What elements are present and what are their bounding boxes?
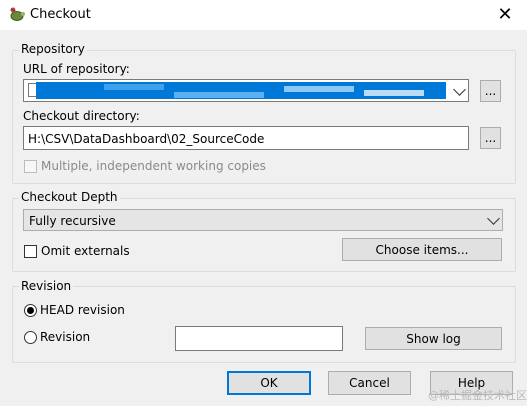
multiple-copies-checkbox[interactable] [24,160,37,173]
url-label: URL of repository: [23,62,130,76]
revision-group-label: Revision [19,279,74,293]
chevron-down-icon [487,212,500,225]
head-revision-label: HEAD revision [40,303,125,317]
cancel-button[interactable]: Cancel [328,371,411,395]
checkout-dir-label: Checkout directory: [23,109,140,123]
url-combobox[interactable] [23,79,469,102]
choose-items-button[interactable]: Choose items... [342,238,502,261]
close-button[interactable]: ✕ [490,4,520,26]
browse-dir-button[interactable]: ... [480,127,501,149]
url-redacted-block [104,84,164,90]
multiple-copies-label: Multiple, independent working copies [41,159,266,173]
url-redacted-block [364,90,424,96]
window-title: Checkout [30,7,91,22]
show-log-button[interactable]: Show log [365,327,502,350]
chevron-down-icon [453,82,466,96]
browse-url-button[interactable]: ... [480,80,501,102]
depth-dropdown[interactable]: Fully recursive [23,209,503,231]
depth-selected-value: Fully recursive [29,214,116,228]
revision-group [12,286,516,363]
url-redacted-block [174,92,264,98]
omit-externals-checkbox[interactable] [24,245,37,258]
omit-externals-label: Omit externals [41,244,130,258]
revision-input[interactable] [175,326,343,351]
revision-radio[interactable] [24,331,37,344]
tortoise-icon [8,6,26,24]
checkout-depth-group-label: Checkout Depth [19,190,120,204]
watermark-text: @稀土掘金技术社区 [428,389,527,402]
url-redacted-block [284,86,354,92]
repository-group-label: Repository [19,42,87,56]
checkout-dir-field[interactable]: H:\CSV\DataDashboard\02_SourceCode [23,126,469,150]
revision-label: Revision [40,330,91,344]
head-revision-radio[interactable] [24,304,37,317]
ok-button[interactable]: OK [227,371,311,395]
